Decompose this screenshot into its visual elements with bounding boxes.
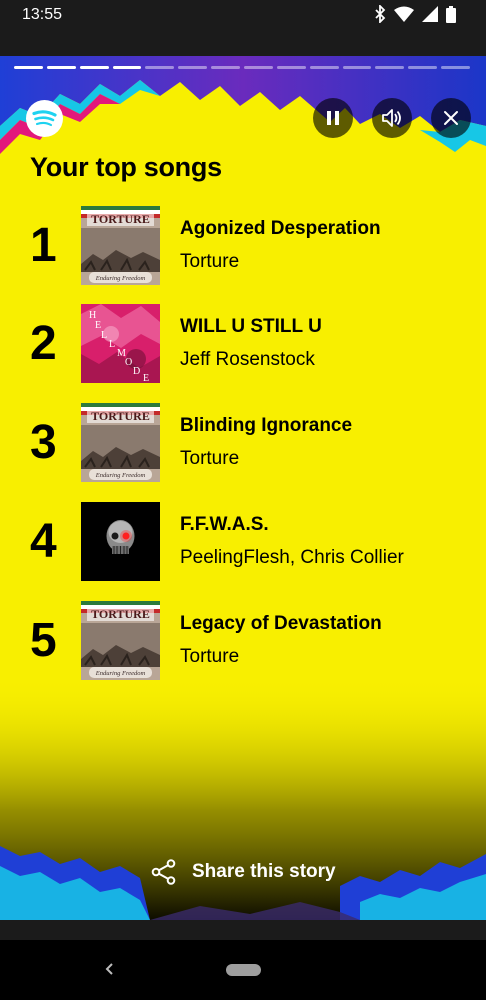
status-time: 13:55 xyxy=(22,6,63,23)
album-art-skull xyxy=(81,502,160,581)
progress-segment xyxy=(178,66,208,69)
album-letter: L xyxy=(109,339,115,350)
song-rank: 2 xyxy=(30,317,57,370)
album-title-text: Enduring Freedom xyxy=(95,275,146,282)
progress-segment xyxy=(375,66,405,69)
song-row[interactable]: 5 TORTURE Enduring Freedom Legacy of Dev… xyxy=(0,601,486,681)
progress-segment xyxy=(441,66,471,69)
story-footer-strip xyxy=(0,920,486,940)
back-icon[interactable] xyxy=(98,957,122,981)
album-letter: D xyxy=(133,366,140,377)
signal-icon xyxy=(422,6,438,22)
bluetooth-icon xyxy=(375,5,386,23)
album-letter: L xyxy=(101,330,107,341)
album-art-torture: TORTURE Enduring Freedom xyxy=(81,403,160,482)
song-title: Agonized Desperation xyxy=(180,218,381,239)
album-art-hellmode: H E L L M O D E xyxy=(81,304,160,383)
song-artist: Torture xyxy=(180,646,240,667)
progress-segment xyxy=(145,66,175,69)
share-icon xyxy=(151,859,176,885)
song-rank: 3 xyxy=(30,416,57,469)
song-row[interactable]: 3 TORTURE Enduring Freedom Blinding Igno… xyxy=(0,403,486,483)
album-letter: O xyxy=(125,357,132,368)
close-button[interactable] xyxy=(431,98,471,138)
status-icons xyxy=(374,5,456,23)
story-title: Your top songs xyxy=(30,152,222,182)
pause-icon xyxy=(327,111,339,125)
album-title-text: Enduring Freedom xyxy=(95,670,146,677)
song-row[interactable]: 2 H E L L M O D E WILL U STILL U Jeff Ro… xyxy=(0,304,486,384)
album-art-torture: TORTURE Enduring Freedom xyxy=(81,206,160,285)
album-band-text: TORTURE xyxy=(91,409,150,423)
song-title: WILL U STILL U xyxy=(180,316,322,337)
progress-segment xyxy=(14,66,43,69)
pause-button[interactable] xyxy=(313,98,353,138)
song-artist: Torture xyxy=(180,251,240,272)
song-rank: 4 xyxy=(30,515,57,568)
album-art-torture: TORTURE Enduring Freedom xyxy=(81,601,160,680)
song-title: F.F.W.A.S. xyxy=(180,514,269,535)
song-title: Blinding Ignorance xyxy=(180,415,353,436)
song-artist: Torture xyxy=(180,448,240,469)
song-artist: PeelingFlesh, Chris Collier xyxy=(180,547,404,568)
progress-segment xyxy=(46,66,76,69)
story-card[interactable]: Your top songs 1 TORTURE Enduring Freedo… xyxy=(0,56,486,920)
close-icon xyxy=(444,111,458,125)
song-row[interactable]: 4 F.F.W.A.S. PeelingFlesh, Chris Collier xyxy=(0,502,486,582)
status-bar: 13:55 xyxy=(0,0,486,32)
battery-icon xyxy=(446,5,456,23)
progress-segment xyxy=(408,66,438,69)
story-progress xyxy=(14,66,471,69)
system-nav-bar xyxy=(0,940,486,1000)
album-band-text: TORTURE xyxy=(91,607,150,621)
story-background xyxy=(0,56,486,920)
progress-segment xyxy=(244,66,273,69)
volume-icon xyxy=(382,109,401,127)
home-pill[interactable] xyxy=(226,964,261,976)
song-title: Legacy of Devastation xyxy=(180,613,382,634)
song-artist: Jeff Rosenstock xyxy=(180,349,315,370)
album-letter: E xyxy=(143,373,149,383)
share-label: Share this story xyxy=(192,861,336,882)
wifi-icon xyxy=(394,6,414,22)
progress-segment xyxy=(112,66,142,69)
spotify-logo-icon xyxy=(26,100,63,137)
song-rank: 5 xyxy=(30,614,57,667)
share-story-button[interactable]: Share this story xyxy=(150,856,336,888)
album-title-text: Enduring Freedom xyxy=(95,472,146,479)
progress-segment xyxy=(276,66,306,69)
progress-segment xyxy=(309,66,339,69)
progress-segment xyxy=(79,66,109,69)
progress-segment xyxy=(211,66,241,69)
song-row[interactable]: 1 TORTURE Enduring Freedom Agonized Desp… xyxy=(0,206,486,286)
progress-segment xyxy=(342,66,372,69)
volume-button[interactable] xyxy=(372,98,412,138)
album-band-text: TORTURE xyxy=(91,212,150,226)
song-rank: 1 xyxy=(30,219,57,272)
